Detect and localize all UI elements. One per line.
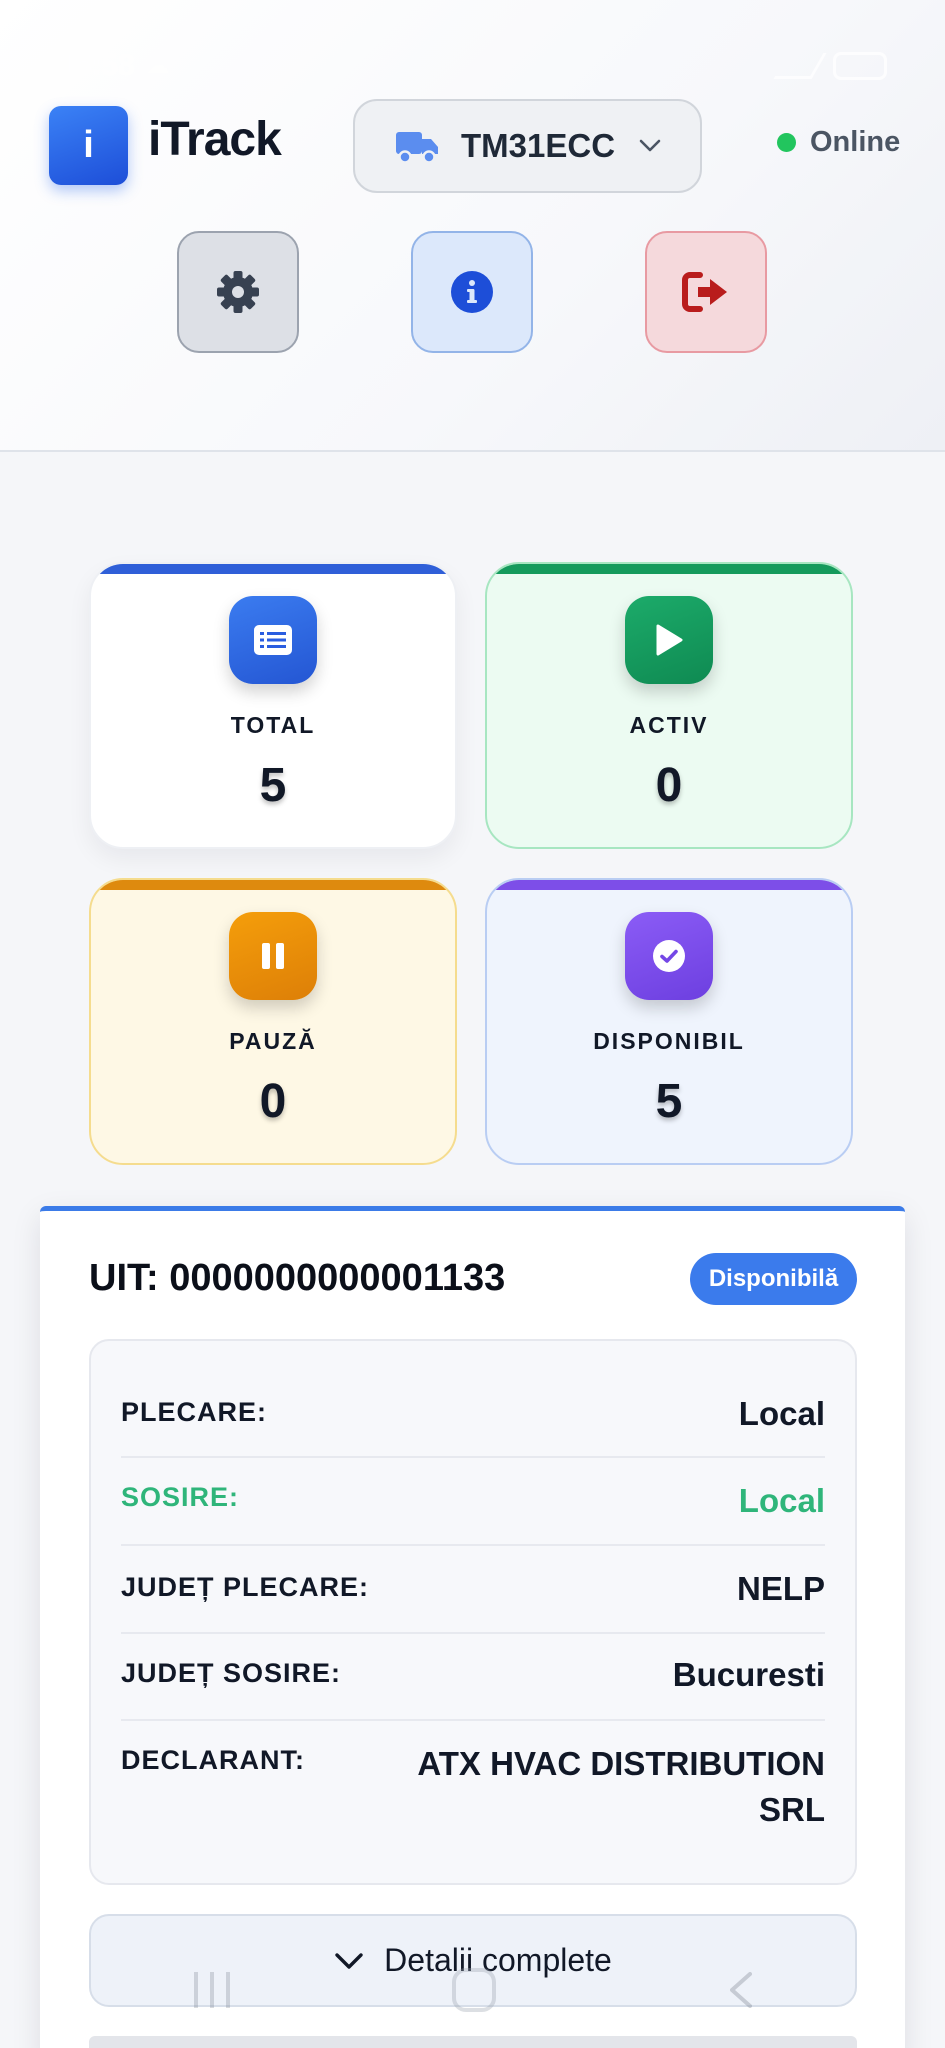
detail-label: JUDEȚ SOSIRE: [121,1658,342,1688]
stat-label: PAUZĂ [229,1028,317,1054]
connection-status: Online [777,126,900,159]
detail-row-judet-plecare: JUDEȚ PLECARE: NELP [121,1546,825,1634]
stat-label: ACTIV [629,712,709,738]
status-badge: Disponibilă [690,1253,857,1305]
card-accent-bar [487,880,851,890]
stat-card-disponibil[interactable]: DISPONIBIL 5 [485,878,853,1165]
details-toggle-label: Detalii complete [384,1942,612,1978]
logo-letter: i [83,124,94,166]
detail-label: DECLARANT: [121,1745,305,1775]
list-icon [229,596,317,684]
check-circle-icon [625,912,713,1000]
trip-card: UIT: 0000000000001133 Disponibilă PLECAR… [40,1206,905,2048]
battery-icon [833,52,887,80]
trip-uit: UIT: 0000000000001133 [89,1257,506,1299]
detail-row-declarant: DECLARANT: ATX HVAC DISTRIBUTION SRL [121,1721,825,1881]
play-icon [625,596,713,684]
stat-value: 0 [259,1075,287,1128]
settings-button[interactable] [177,231,299,353]
next-section-edge [89,2036,857,2048]
stat-label: DISPONIBIL [593,1028,745,1054]
pause-icon [229,912,317,1000]
stat-value: 0 [655,759,683,812]
status-label: Online [810,126,901,158]
card-accent-bar [91,880,455,890]
info-icon [451,271,493,313]
detail-value: Local [738,1482,825,1519]
app-title: iTrack [148,113,282,166]
stat-card-total[interactable]: TOTAL 5 [89,562,457,849]
stat-card-pauza[interactable]: PAUZĂ 0 [89,878,457,1165]
detail-value: ATX HVAC DISTRIBUTION SRL [417,1745,825,1828]
detail-label: JUDEȚ PLECARE: [121,1572,370,1602]
detail-row-sosire: SOSIRE: Local [121,1458,825,1546]
clock: 15:58 [58,49,135,82]
gear-icon [217,271,259,313]
stat-card-activ[interactable]: ACTIV 0 [485,562,853,849]
trip-details: PLECARE: Local SOSIRE: Local JUDEȚ PLECA… [89,1339,857,1885]
truck-icon [396,132,438,164]
details-toggle-button[interactable]: Detalii complete [89,1914,857,2007]
detail-value: NELP [736,1570,825,1607]
logout-button[interactable] [645,231,767,353]
detail-value: Bucuresti [672,1656,825,1693]
info-button[interactable] [411,231,533,353]
stat-value: 5 [259,759,287,812]
system-status-bar: 15:58 ☁ [0,0,945,100]
vehicle-selector[interactable]: TM31ECC [353,99,702,193]
card-accent-bar [487,564,851,574]
logout-icon [682,272,727,312]
chevron-down-icon [335,1952,363,1969]
detail-value: Local [738,1395,825,1432]
signal-icon [773,53,827,79]
detail-row-judet-sosire: JUDEȚ SOSIRE: Bucuresti [121,1634,825,1721]
vehicle-plate: TM31ECC [461,127,616,164]
stat-value: 5 [655,1075,683,1128]
card-accent-bar [91,564,455,574]
status-dot [777,133,796,152]
detail-label: PLECARE: [121,1397,268,1427]
stat-label: TOTAL [230,712,316,738]
cloud-icon: ☁ [146,53,169,78]
detail-row-plecare: PLECARE: Local [121,1341,825,1458]
chevron-down-icon [639,139,661,152]
app-logo: i [49,106,128,185]
detail-label: SOSIRE: [121,1482,240,1512]
